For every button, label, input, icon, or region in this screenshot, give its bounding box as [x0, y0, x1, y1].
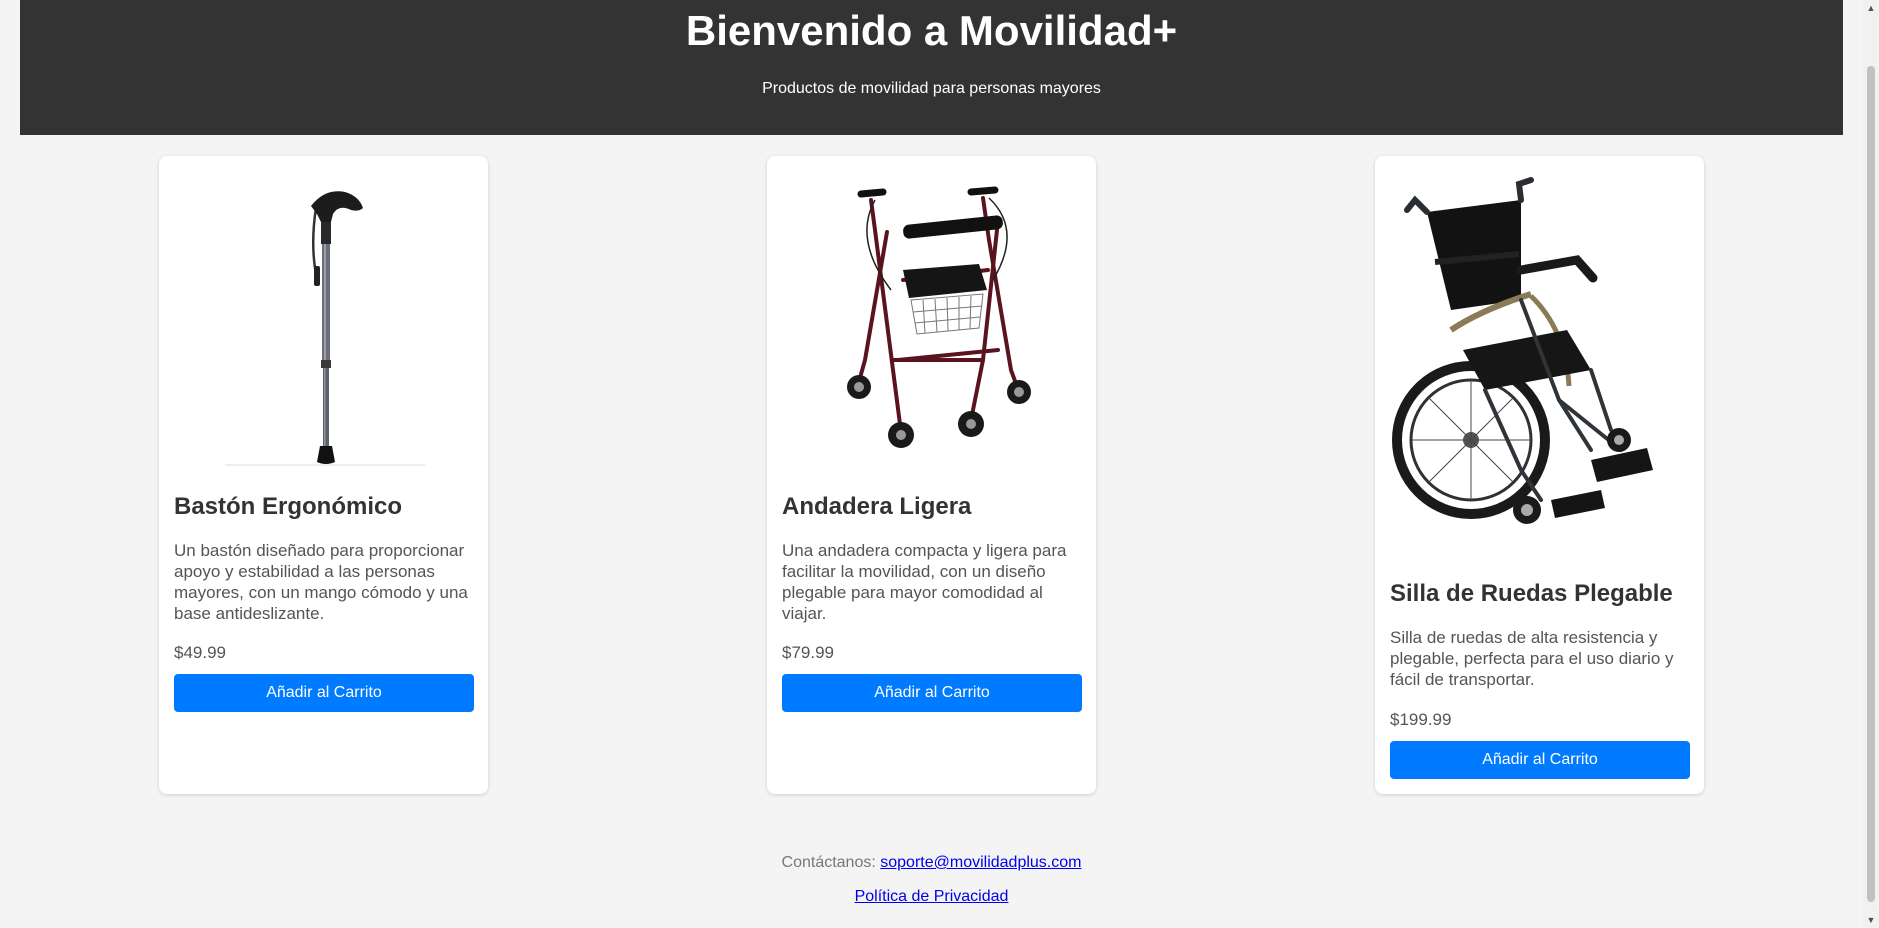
page: Bienvenido a Movilidad+ Productos de mov…	[0, 0, 1843, 928]
contact-email-link[interactable]: soporte@movilidadplus.com	[880, 854, 1081, 871]
cane-image	[175, 170, 472, 470]
product-card-andadera: Andadera Ligera Una andadera compacta y …	[767, 156, 1096, 794]
add-to-cart-button[interactable]: Añadir al Carrito	[1390, 741, 1690, 779]
scroll-down-arrow-icon[interactable]: ▼	[1863, 912, 1879, 928]
product-price: $79.99	[782, 643, 834, 662]
scrollbar-thumb[interactable]	[1867, 66, 1875, 902]
product-card-baston: Bastón Ergonómico Un bastón diseñado par…	[159, 156, 488, 794]
vertical-scrollbar[interactable]: ▲ ▼	[1863, 0, 1879, 928]
contact-label: Contáctanos:	[781, 854, 876, 871]
product-price: $49.99	[174, 643, 226, 662]
product-name: Silla de Ruedas Plegable	[1390, 580, 1673, 607]
product-price: $199.99	[1390, 710, 1452, 729]
wheelchair-image	[1391, 170, 1688, 558]
privacy-policy-link[interactable]: Política de Privacidad	[855, 888, 1009, 905]
add-to-cart-button[interactable]: Añadir al Carrito	[174, 674, 474, 712]
page-subtitle: Productos de movilidad para personas may…	[762, 80, 1101, 97]
page-title: Bienvenido a Movilidad+	[685, 7, 1178, 54]
product-description: Un bastón diseñado para proporcionar apo…	[174, 541, 468, 623]
scroll-up-arrow-icon[interactable]: ▲	[1863, 0, 1879, 16]
walker-image	[783, 170, 1080, 470]
product-card-silla-de-ruedas: Silla de Ruedas Plegable Silla de ruedas…	[1375, 156, 1704, 794]
product-name: Bastón Ergonómico	[174, 493, 403, 520]
privacy-line: Política de Privacidad	[20, 888, 1843, 906]
product-name: Andadera Ligera	[782, 493, 972, 520]
contact-line: Contáctanos: soporte@movilidadplus.com	[20, 854, 1843, 872]
product-description: Silla de ruedas de alta resistencia y pl…	[1390, 628, 1674, 689]
product-description: Una andadera compacta y ligera para faci…	[782, 541, 1067, 623]
site-header: Bienvenido a Movilidad+ Productos de mov…	[20, 0, 1843, 135]
add-to-cart-button[interactable]: Añadir al Carrito	[782, 674, 1082, 712]
